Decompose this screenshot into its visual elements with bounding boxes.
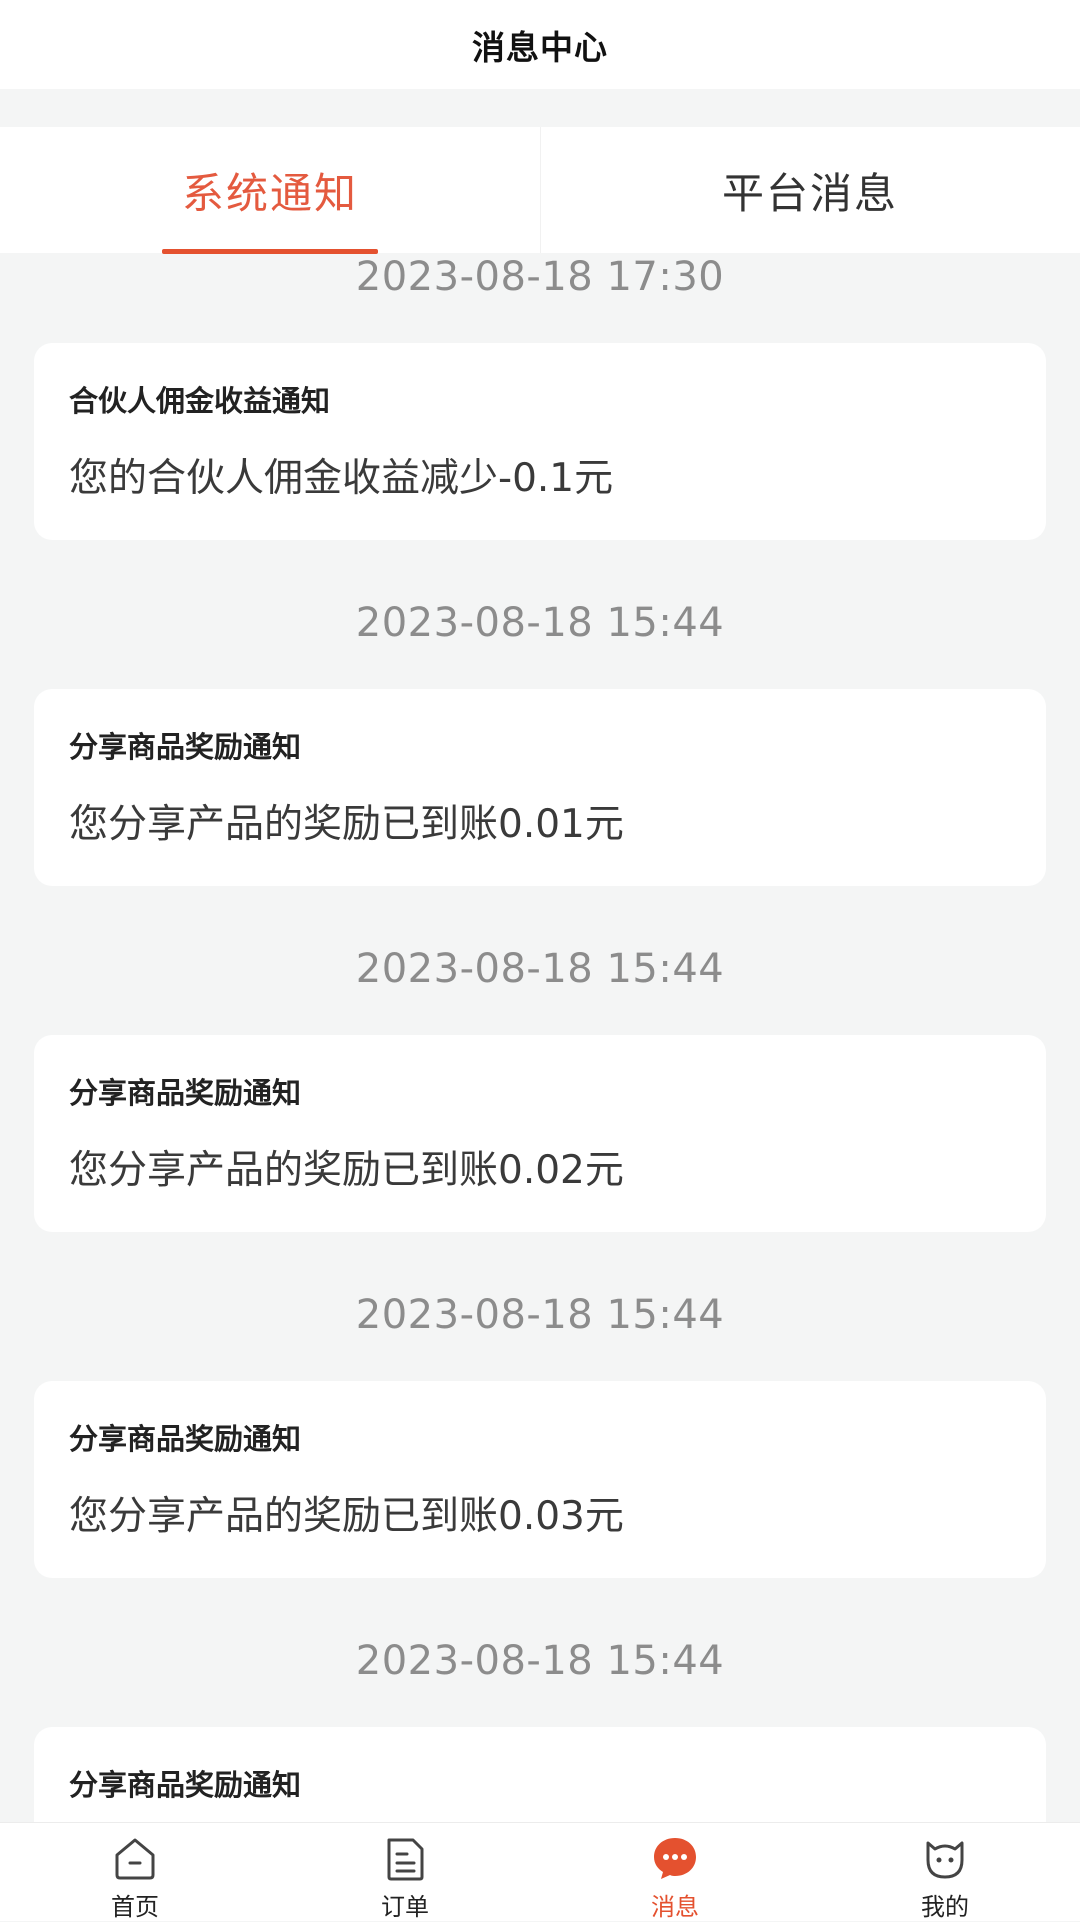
tabbar-item-profile[interactable]: 我的 bbox=[810, 1823, 1080, 1921]
message-title: 合伙人佣金收益通知 bbox=[69, 384, 331, 418]
message-card[interactable]: 分享商品奖励通知 您分享产品的奖励已到账0.03元 bbox=[34, 1381, 1046, 1578]
tabbar-label: 订单 bbox=[381, 1893, 429, 1921]
tabbar-label: 我的 bbox=[921, 1893, 969, 1921]
message-card[interactable]: 分享商品奖励通知 您分享产品的奖励已到账0.01元 bbox=[34, 689, 1046, 886]
message-group: 2023-08-18 15:44 分享商品奖励通知 您分享产品的奖励已到账0.0… bbox=[0, 1291, 1080, 1637]
message-icon bbox=[654, 1838, 696, 1879]
tab-system-notice[interactable]: 系统通知 bbox=[0, 127, 540, 254]
message-time: 2023-08-18 15:44 bbox=[355, 946, 725, 992]
tabbar-label: 首页 bbox=[111, 1893, 159, 1921]
tab-label: 系统通知 bbox=[181, 168, 358, 218]
bottom-tabbar: 首页 订单 消息 我的 bbox=[0, 1822, 1080, 1921]
message-time: 2023-08-18 17:30 bbox=[355, 254, 725, 300]
message-body: 您分享产品的奖励已到账0.01元 bbox=[69, 802, 624, 847]
message-list[interactable]: 2023-08-18 17:30 合伙人佣金收益通知 您的合伙人佣金收益减少-0… bbox=[0, 253, 1080, 1822]
message-group: 2023-08-18 15:44 分享商品奖励通知 您分享产品的奖励已到账0.0… bbox=[0, 945, 1080, 1291]
message-card[interactable]: 分享商品奖励通知 您分享产品的奖励已到账0.02元 bbox=[34, 1035, 1046, 1232]
home-icon bbox=[115, 1838, 155, 1880]
message-title: 分享商品奖励通知 bbox=[69, 1422, 302, 1456]
profile-icon bbox=[926, 1841, 964, 1879]
message-tabs: 系统通知 平台消息 bbox=[0, 127, 1080, 254]
tabbar-item-home[interactable]: 首页 bbox=[0, 1823, 270, 1921]
message-time: 2023-08-18 15:44 bbox=[355, 1638, 725, 1684]
message-group: 2023-08-18 17:30 合伙人佣金收益通知 您的合伙人佣金收益减少-0… bbox=[0, 253, 1080, 599]
message-body: 您分享产品的奖励已到账0.03元 bbox=[69, 1494, 624, 1539]
message-body: 您的合伙人佣金收益减少-0.1元 bbox=[69, 456, 614, 501]
tab-label: 平台消息 bbox=[721, 168, 898, 218]
tabbar-item-order[interactable]: 订单 bbox=[270, 1823, 540, 1921]
tab-platform-message[interactable]: 平台消息 bbox=[540, 127, 1080, 253]
message-body: 您分享产品的奖励已到账0.02元 bbox=[69, 1148, 624, 1193]
page-title: 消息中心 bbox=[472, 27, 608, 67]
message-title: 分享商品奖励通知 bbox=[69, 730, 302, 764]
message-group: 2023-08-18 15:44 分享商品奖励通知 bbox=[0, 1637, 1080, 1822]
tabbar-item-message[interactable]: 消息 bbox=[540, 1823, 810, 1921]
message-time: 2023-08-18 15:44 bbox=[355, 1292, 725, 1338]
message-card[interactable]: 分享商品奖励通知 bbox=[34, 1727, 1046, 1822]
message-card[interactable]: 合伙人佣金收益通知 您的合伙人佣金收益减少-0.1元 bbox=[34, 343, 1046, 540]
message-title: 分享商品奖励通知 bbox=[69, 1076, 302, 1110]
message-group: 2023-08-18 15:44 分享商品奖励通知 您分享产品的奖励已到账0.0… bbox=[0, 599, 1080, 945]
order-icon bbox=[387, 1838, 424, 1881]
top-bar: 消息中心 bbox=[0, 0, 1080, 89]
message-time: 2023-08-18 15:44 bbox=[355, 600, 725, 646]
message-title: 分享商品奖励通知 bbox=[69, 1768, 302, 1802]
tabbar-label: 消息 bbox=[651, 1893, 699, 1921]
